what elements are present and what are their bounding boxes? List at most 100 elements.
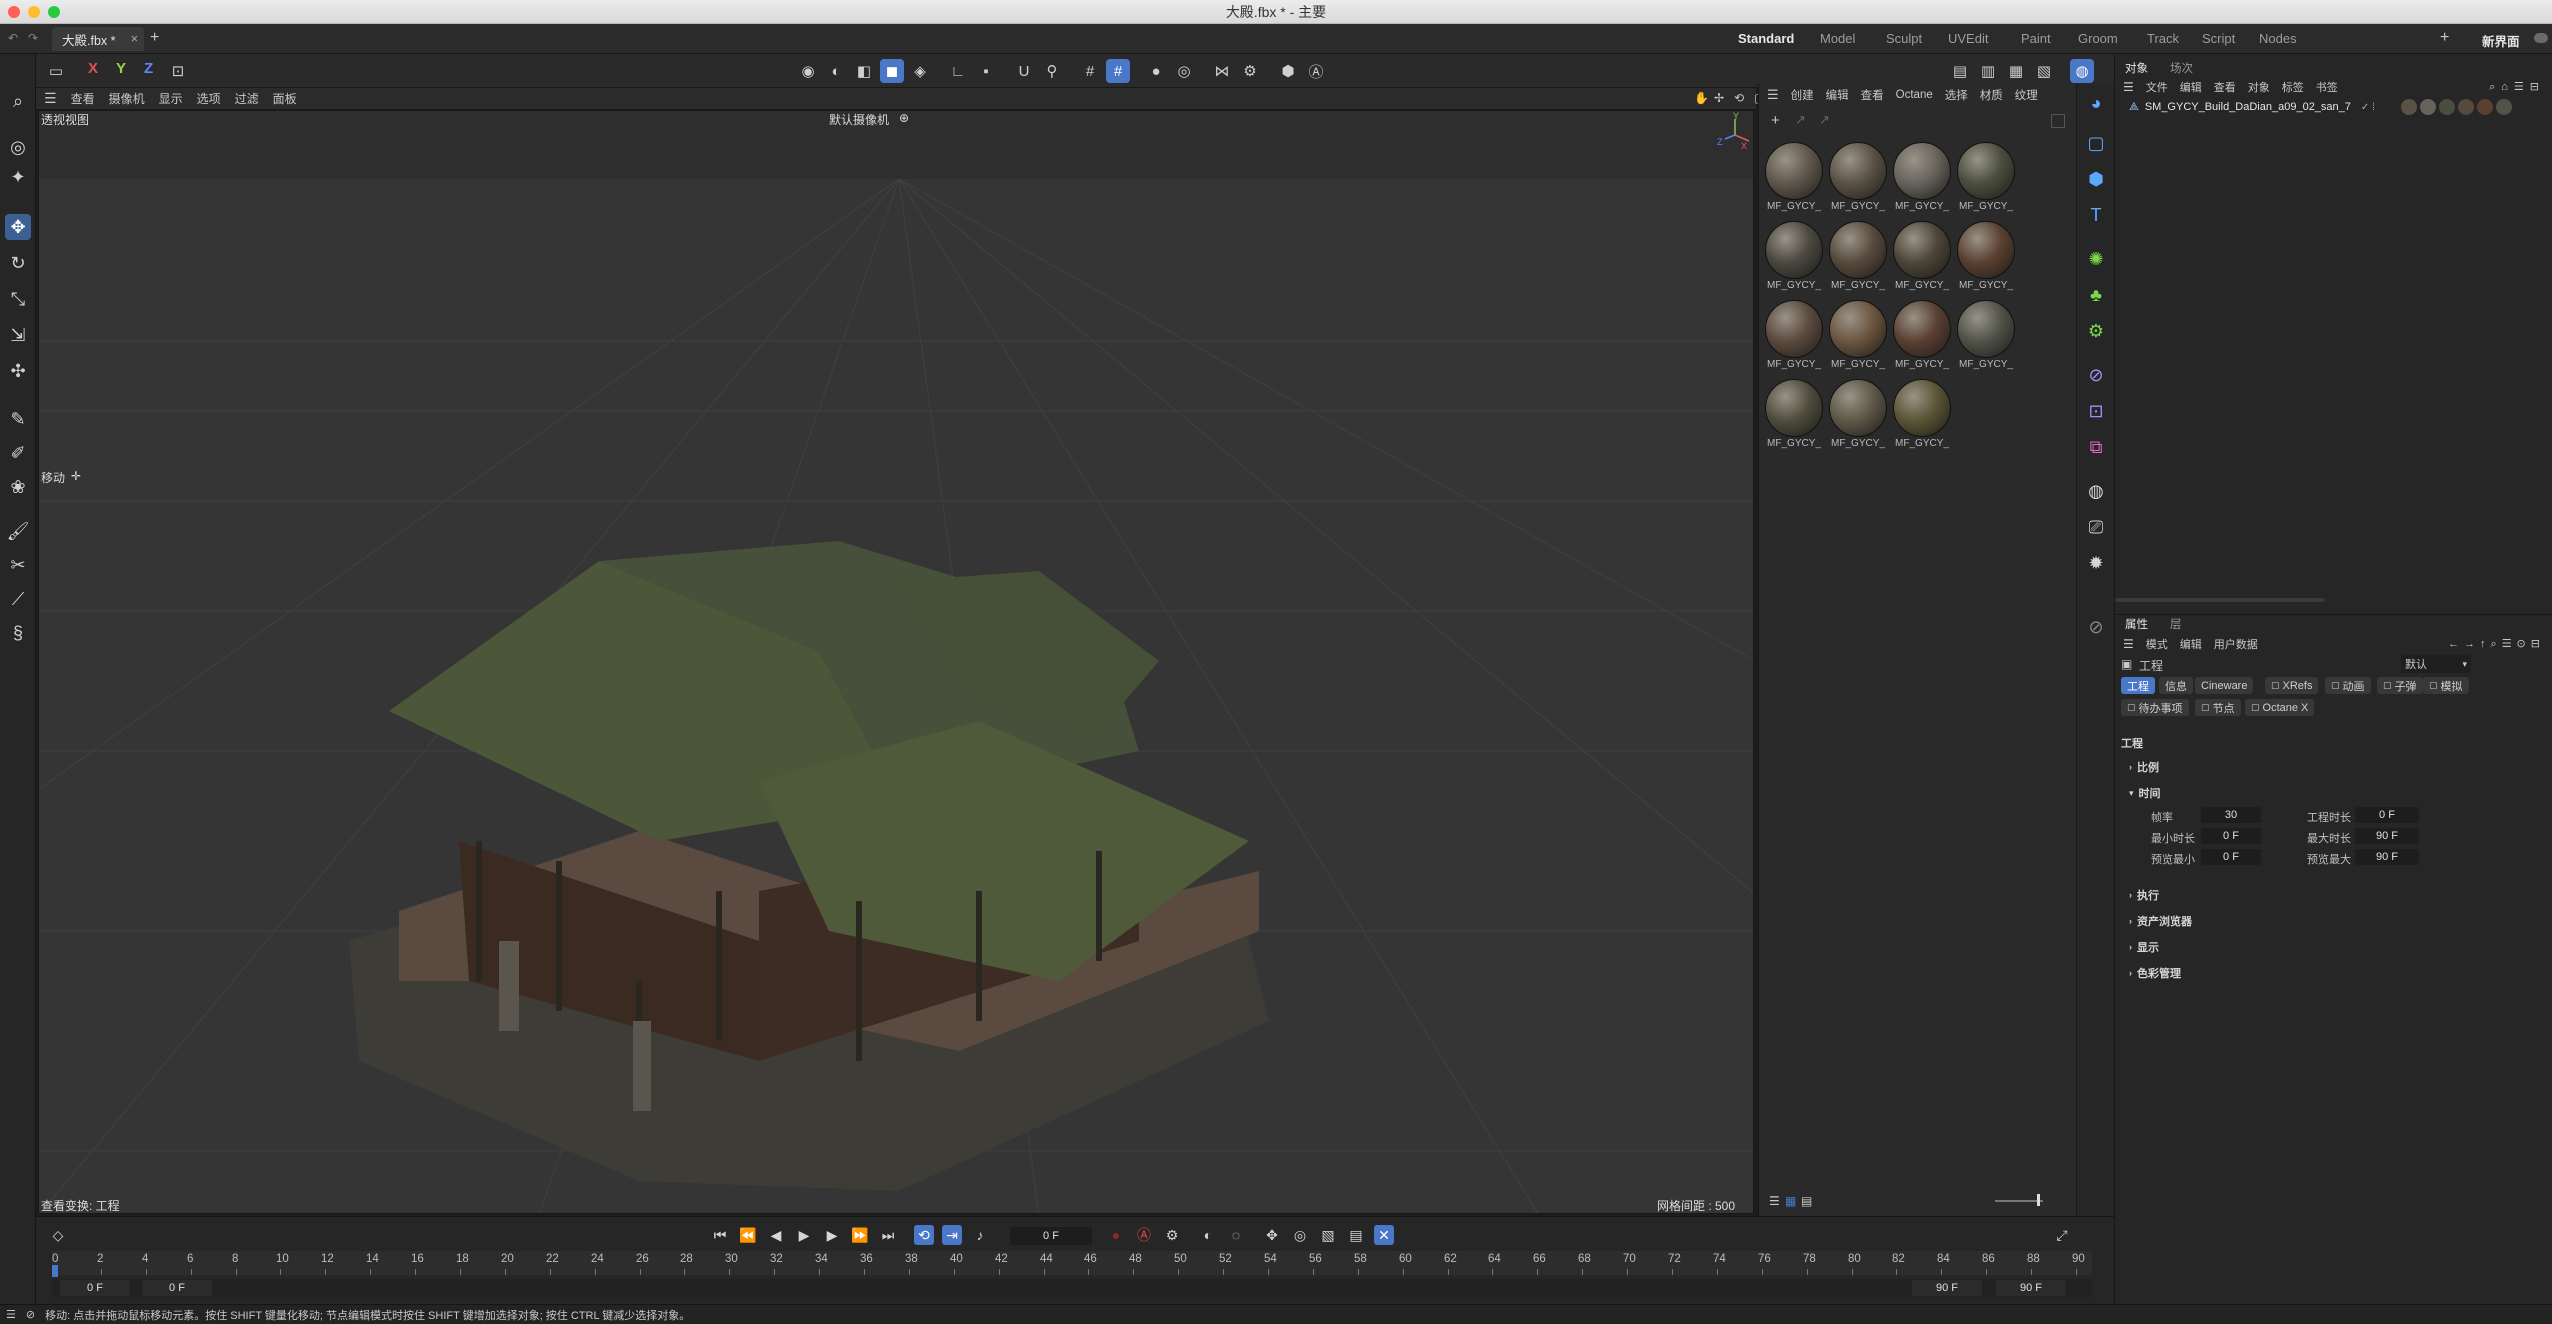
effector-icon[interactable]: ⚙ bbox=[2083, 318, 2109, 344]
key-rot-icon[interactable]: ◌ bbox=[1226, 1225, 1246, 1245]
material-swatch[interactable]: MF_GYCY_ bbox=[1957, 221, 2015, 291]
render-view-icon[interactable]: ▤ bbox=[1948, 59, 1972, 83]
object-mode-icon[interactable]: ◈ bbox=[908, 59, 932, 83]
text-spline-icon[interactable]: T bbox=[2083, 202, 2109, 228]
material-menu-item[interactable]: 编辑 bbox=[1826, 87, 1849, 103]
magnet-icon[interactable]: U bbox=[1012, 59, 1036, 83]
keyframe-diamond-icon[interactable]: ◇ bbox=[48, 1225, 68, 1245]
object-visibility-icon[interactable]: ✓ ⁞ bbox=[2361, 102, 2375, 113]
next-key-icon[interactable]: ⏩ bbox=[850, 1225, 870, 1245]
scale-tool-icon[interactable]: ⤡ bbox=[5, 286, 31, 312]
attribute-group-5[interactable]: › 色彩管理 bbox=[2129, 965, 2181, 981]
object-material-tags[interactable] bbox=[2400, 99, 2512, 115]
viewport-menu-item[interactable]: 显示 bbox=[159, 90, 183, 107]
viewport-menu-item[interactable]: 查看 bbox=[71, 90, 95, 107]
document-tab[interactable]: 大殿.fbx * × bbox=[52, 27, 144, 51]
viewport-menu-item[interactable]: 过滤 bbox=[235, 90, 259, 107]
knife-icon[interactable]: ✂ bbox=[5, 552, 31, 578]
project-length-field[interactable]: 0 F bbox=[2355, 807, 2419, 823]
preview-start-field[interactable]: 0 F bbox=[142, 1280, 212, 1296]
volume-icon[interactable]: ⧉ bbox=[2083, 434, 2109, 460]
viewport-menu-item[interactable]: 面板 bbox=[273, 90, 297, 107]
object-menu-item[interactable]: 标签 bbox=[2282, 79, 2304, 95]
snap-enable-icon[interactable]: # bbox=[1106, 59, 1130, 83]
workplane-icon[interactable]: ∟ bbox=[946, 59, 970, 83]
spline-draw-icon[interactable]: ✐ bbox=[5, 440, 31, 466]
material-swatch[interactable]: MF_GYCY_ bbox=[1893, 221, 1951, 291]
layout-tab-script[interactable]: Script bbox=[2202, 31, 2235, 46]
attribute-group-1[interactable]: ▾ 时间 bbox=[2129, 785, 2161, 801]
layout-tab-model[interactable]: Model bbox=[1820, 31, 1855, 46]
material-swatch[interactable]: MF_GYCY_ bbox=[1765, 221, 1823, 291]
uv-mode-icon[interactable]: ▪ bbox=[974, 59, 998, 83]
range-start-field[interactable]: 0 F bbox=[60, 1280, 130, 1296]
object-menu-item[interactable]: 对象 bbox=[2248, 79, 2270, 95]
go-to-end-icon[interactable]: ⏭ bbox=[878, 1225, 898, 1245]
viewport-menu-item[interactable]: 选项 bbox=[197, 90, 221, 107]
layout-tab-nodes[interactable]: Nodes bbox=[2259, 31, 2297, 46]
thumbnail-size-slider[interactable] bbox=[1995, 1200, 2043, 1202]
material-menu-item[interactable]: 选择 bbox=[1945, 87, 1968, 103]
attribute-chip-0[interactable]: 工程 bbox=[2121, 677, 2155, 694]
current-frame-field[interactable]: 0 F bbox=[1010, 1227, 1092, 1245]
redo-icon[interactable]: ↷ bbox=[28, 31, 38, 45]
octane-object-icon[interactable]: ◕ bbox=[2083, 90, 2109, 116]
add-layout-icon[interactable]: + bbox=[2440, 29, 2449, 47]
spline-smooth-icon[interactable]: § bbox=[5, 620, 31, 646]
layout-tab-track[interactable]: Track bbox=[2147, 31, 2179, 46]
live-select-icon[interactable]: ◎ bbox=[5, 134, 31, 160]
material-menu-item[interactable]: 查看 bbox=[1861, 87, 1884, 103]
new-tab-icon[interactable]: + bbox=[150, 29, 159, 47]
attribute-chip-5[interactable]: ▢ 子弹 bbox=[2377, 677, 2423, 694]
min-length-field[interactable]: 0 F bbox=[2201, 828, 2261, 844]
record-icon[interactable]: ● bbox=[1106, 1225, 1126, 1245]
measure-icon[interactable]: ⟋ bbox=[5, 586, 31, 612]
material-swatch[interactable]: MF_GYCY_ bbox=[1765, 300, 1823, 370]
select-settings-icon[interactable]: ✦ bbox=[5, 164, 31, 190]
attribute-group-3[interactable]: › 资产浏览器 bbox=[2129, 913, 2192, 929]
new-interface-button[interactable]: 新界面 bbox=[2482, 31, 2520, 50]
environment-icon[interactable]: ◍ bbox=[2083, 478, 2109, 504]
material-swatch[interactable]: MF_GYCY_ bbox=[1893, 300, 1951, 370]
material-menu-item[interactable]: Octane bbox=[1896, 89, 1933, 101]
axis-tool-icon[interactable]: ✣ bbox=[5, 358, 31, 384]
object-menu-icon[interactable]: ☰ bbox=[2123, 80, 2134, 94]
light-icon[interactable]: ✹ bbox=[2083, 550, 2109, 576]
soft-select-icon[interactable]: ⚲ bbox=[1040, 59, 1064, 83]
auto-key-icon[interactable]: Ⓐ bbox=[1304, 59, 1328, 83]
axis-z-toggle[interactable]: Z bbox=[144, 60, 153, 77]
material-swatch[interactable]: MF_GYCY_ bbox=[1893, 379, 1951, 449]
attribute-chip-3[interactable]: ▢ XRefs bbox=[2265, 677, 2319, 694]
material-swatch[interactable]: MF_GYCY_ bbox=[1829, 379, 1887, 449]
list-view-icon[interactable]: ☰ bbox=[1769, 1194, 1780, 1208]
tab-objects[interactable]: 对象 bbox=[2125, 60, 2148, 76]
fps-field[interactable]: 30 bbox=[2201, 807, 2261, 823]
model-mode-icon[interactable]: ◼ bbox=[880, 59, 904, 83]
octane-live-viewer-icon[interactable]: ◍ bbox=[2070, 59, 2094, 83]
preview-max-field[interactable]: 90 F bbox=[2355, 849, 2419, 865]
material-menu-item[interactable]: 创建 bbox=[1791, 87, 1814, 103]
attribute-nav-icon[interactable]: ←→↑⌕☰⊙⊟ bbox=[2448, 637, 2545, 651]
rotate-tool-icon[interactable]: ↻ bbox=[5, 250, 31, 276]
key-scale-icon[interactable]: ✥ bbox=[1262, 1225, 1282, 1245]
render-to-picture-viewer-icon[interactable]: ▥ bbox=[1976, 59, 2000, 83]
timeline-snap-icon[interactable]: ✕ bbox=[1374, 1225, 1394, 1245]
preset-dropdown[interactable]: 默认 ▾ bbox=[2401, 655, 2471, 673]
temple-model[interactable] bbox=[339, 421, 1399, 1214]
material-menu-icon[interactable]: ☰ bbox=[1767, 87, 1779, 103]
coordinate-system-icon[interactable]: ⊡ bbox=[166, 59, 190, 83]
attribute-chip-row2-2[interactable]: ▢ Octane X bbox=[2245, 699, 2315, 716]
polygon-mode-icon[interactable]: ◧ bbox=[852, 59, 876, 83]
search-icon[interactable]: ⌕ bbox=[5, 88, 31, 114]
material-swatch[interactable]: MF_GYCY_ bbox=[1957, 142, 2015, 212]
attribute-menu-icon[interactable]: ☰ bbox=[2123, 637, 2134, 651]
go-to-start-icon[interactable]: ⏮ bbox=[710, 1225, 730, 1245]
layout-tab-uvedit[interactable]: UVEdit bbox=[1948, 31, 1988, 46]
key-pos-icon[interactable]: ◐ bbox=[1198, 1225, 1218, 1245]
camera-link-icon[interactable]: ⊕ bbox=[899, 111, 909, 125]
undo-icon[interactable]: ↶ bbox=[8, 31, 18, 45]
material-tool-icon[interactable]: ↗ bbox=[1795, 112, 1806, 128]
object-name[interactable]: SM_GYCY_Build_DaDian_a09_02_san_7 bbox=[2145, 101, 2351, 113]
null-object-icon[interactable]: ▢ bbox=[2083, 130, 2109, 156]
timeline-expand-icon[interactable]: ⤢ bbox=[2052, 1225, 2072, 1245]
